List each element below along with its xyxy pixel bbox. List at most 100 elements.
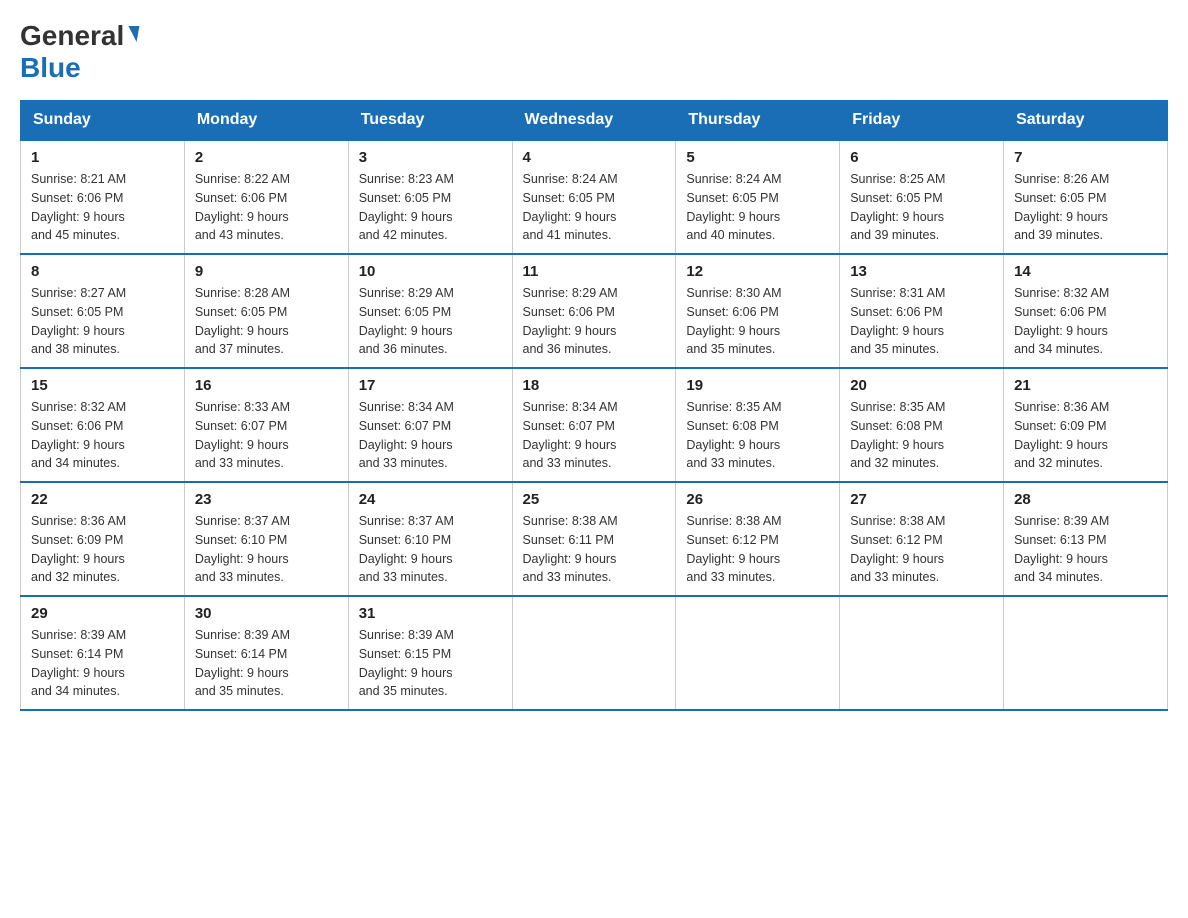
header-friday: Friday (840, 101, 1004, 141)
day-number: 13 (850, 263, 993, 280)
header-row: Sunday Monday Tuesday Wednesday Thursday… (21, 101, 1168, 141)
day-number: 21 (1014, 377, 1157, 394)
day-info: Sunrise: 8:28 AM Sunset: 6:05 PM Dayligh… (195, 284, 338, 359)
day-info: Sunrise: 8:35 AM Sunset: 6:08 PM Dayligh… (850, 398, 993, 473)
day-number: 2 (195, 149, 338, 166)
day-number: 26 (686, 491, 829, 508)
day-number: 11 (523, 263, 666, 280)
calendar-cell: 25 Sunrise: 8:38 AM Sunset: 6:11 PM Dayl… (512, 482, 676, 596)
day-info: Sunrise: 8:39 AM Sunset: 6:14 PM Dayligh… (31, 626, 174, 701)
calendar-cell: 6 Sunrise: 8:25 AM Sunset: 6:05 PM Dayli… (840, 140, 1004, 254)
day-number: 23 (195, 491, 338, 508)
day-number: 29 (31, 605, 174, 622)
day-info: Sunrise: 8:31 AM Sunset: 6:06 PM Dayligh… (850, 284, 993, 359)
day-number: 30 (195, 605, 338, 622)
calendar-cell: 17 Sunrise: 8:34 AM Sunset: 6:07 PM Dayl… (348, 368, 512, 482)
day-info: Sunrise: 8:26 AM Sunset: 6:05 PM Dayligh… (1014, 170, 1157, 245)
calendar-cell: 14 Sunrise: 8:32 AM Sunset: 6:06 PM Dayl… (1004, 254, 1168, 368)
header-wednesday: Wednesday (512, 101, 676, 141)
day-info: Sunrise: 8:37 AM Sunset: 6:10 PM Dayligh… (195, 512, 338, 587)
header-sunday: Sunday (21, 101, 185, 141)
day-number: 17 (359, 377, 502, 394)
day-info: Sunrise: 8:39 AM Sunset: 6:15 PM Dayligh… (359, 626, 502, 701)
calendar-cell (512, 596, 676, 710)
calendar-cell: 26 Sunrise: 8:38 AM Sunset: 6:12 PM Dayl… (676, 482, 840, 596)
calendar-cell: 23 Sunrise: 8:37 AM Sunset: 6:10 PM Dayl… (184, 482, 348, 596)
calendar-cell (840, 596, 1004, 710)
header-tuesday: Tuesday (348, 101, 512, 141)
day-info: Sunrise: 8:38 AM Sunset: 6:12 PM Dayligh… (850, 512, 993, 587)
calendar-cell: 5 Sunrise: 8:24 AM Sunset: 6:05 PM Dayli… (676, 140, 840, 254)
calendar-cell: 20 Sunrise: 8:35 AM Sunset: 6:08 PM Dayl… (840, 368, 1004, 482)
page-header: General Blue (20, 20, 1168, 84)
logo-blue-text: Blue (20, 52, 81, 84)
calendar-cell: 13 Sunrise: 8:31 AM Sunset: 6:06 PM Dayl… (840, 254, 1004, 368)
day-info: Sunrise: 8:29 AM Sunset: 6:05 PM Dayligh… (359, 284, 502, 359)
day-number: 22 (31, 491, 174, 508)
calendar-cell: 8 Sunrise: 8:27 AM Sunset: 6:05 PM Dayli… (21, 254, 185, 368)
day-info: Sunrise: 8:24 AM Sunset: 6:05 PM Dayligh… (523, 170, 666, 245)
day-info: Sunrise: 8:38 AM Sunset: 6:12 PM Dayligh… (686, 512, 829, 587)
day-number: 7 (1014, 149, 1157, 166)
calendar-cell: 28 Sunrise: 8:39 AM Sunset: 6:13 PM Dayl… (1004, 482, 1168, 596)
day-number: 10 (359, 263, 502, 280)
day-number: 20 (850, 377, 993, 394)
calendar-cell: 24 Sunrise: 8:37 AM Sunset: 6:10 PM Dayl… (348, 482, 512, 596)
day-number: 1 (31, 149, 174, 166)
calendar-cell: 3 Sunrise: 8:23 AM Sunset: 6:05 PM Dayli… (348, 140, 512, 254)
day-number: 24 (359, 491, 502, 508)
day-number: 25 (523, 491, 666, 508)
day-number: 19 (686, 377, 829, 394)
calendar-cell: 31 Sunrise: 8:39 AM Sunset: 6:15 PM Dayl… (348, 596, 512, 710)
day-number: 3 (359, 149, 502, 166)
day-info: Sunrise: 8:22 AM Sunset: 6:06 PM Dayligh… (195, 170, 338, 245)
calendar-cell: 15 Sunrise: 8:32 AM Sunset: 6:06 PM Dayl… (21, 368, 185, 482)
calendar-cell: 12 Sunrise: 8:30 AM Sunset: 6:06 PM Dayl… (676, 254, 840, 368)
day-number: 18 (523, 377, 666, 394)
day-number: 16 (195, 377, 338, 394)
day-number: 4 (523, 149, 666, 166)
logo-general-text: General (20, 20, 124, 52)
logo: General Blue (20, 20, 138, 84)
day-number: 9 (195, 263, 338, 280)
day-info: Sunrise: 8:24 AM Sunset: 6:05 PM Dayligh… (686, 170, 829, 245)
calendar-cell: 18 Sunrise: 8:34 AM Sunset: 6:07 PM Dayl… (512, 368, 676, 482)
day-info: Sunrise: 8:25 AM Sunset: 6:05 PM Dayligh… (850, 170, 993, 245)
day-info: Sunrise: 8:35 AM Sunset: 6:08 PM Dayligh… (686, 398, 829, 473)
calendar-table: Sunday Monday Tuesday Wednesday Thursday… (20, 100, 1168, 711)
day-info: Sunrise: 8:37 AM Sunset: 6:10 PM Dayligh… (359, 512, 502, 587)
calendar-cell: 19 Sunrise: 8:35 AM Sunset: 6:08 PM Dayl… (676, 368, 840, 482)
calendar-cell: 7 Sunrise: 8:26 AM Sunset: 6:05 PM Dayli… (1004, 140, 1168, 254)
calendar-cell (676, 596, 840, 710)
day-number: 31 (359, 605, 502, 622)
calendar-week-5: 29 Sunrise: 8:39 AM Sunset: 6:14 PM Dayl… (21, 596, 1168, 710)
day-info: Sunrise: 8:34 AM Sunset: 6:07 PM Dayligh… (523, 398, 666, 473)
day-info: Sunrise: 8:36 AM Sunset: 6:09 PM Dayligh… (1014, 398, 1157, 473)
calendar-cell: 16 Sunrise: 8:33 AM Sunset: 6:07 PM Dayl… (184, 368, 348, 482)
day-info: Sunrise: 8:27 AM Sunset: 6:05 PM Dayligh… (31, 284, 174, 359)
day-info: Sunrise: 8:29 AM Sunset: 6:06 PM Dayligh… (523, 284, 666, 359)
day-number: 12 (686, 263, 829, 280)
calendar-cell: 11 Sunrise: 8:29 AM Sunset: 6:06 PM Dayl… (512, 254, 676, 368)
calendar-cell: 27 Sunrise: 8:38 AM Sunset: 6:12 PM Dayl… (840, 482, 1004, 596)
day-info: Sunrise: 8:21 AM Sunset: 6:06 PM Dayligh… (31, 170, 174, 245)
day-info: Sunrise: 8:33 AM Sunset: 6:07 PM Dayligh… (195, 398, 338, 473)
calendar-cell: 9 Sunrise: 8:28 AM Sunset: 6:05 PM Dayli… (184, 254, 348, 368)
logo-arrow-icon (126, 26, 140, 42)
calendar-week-1: 1 Sunrise: 8:21 AM Sunset: 6:06 PM Dayli… (21, 140, 1168, 254)
calendar-week-4: 22 Sunrise: 8:36 AM Sunset: 6:09 PM Dayl… (21, 482, 1168, 596)
day-info: Sunrise: 8:34 AM Sunset: 6:07 PM Dayligh… (359, 398, 502, 473)
day-info: Sunrise: 8:32 AM Sunset: 6:06 PM Dayligh… (31, 398, 174, 473)
header-saturday: Saturday (1004, 101, 1168, 141)
calendar-cell: 10 Sunrise: 8:29 AM Sunset: 6:05 PM Dayl… (348, 254, 512, 368)
day-number: 28 (1014, 491, 1157, 508)
header-thursday: Thursday (676, 101, 840, 141)
day-number: 8 (31, 263, 174, 280)
calendar-cell: 2 Sunrise: 8:22 AM Sunset: 6:06 PM Dayli… (184, 140, 348, 254)
day-number: 6 (850, 149, 993, 166)
calendar-cell: 1 Sunrise: 8:21 AM Sunset: 6:06 PM Dayli… (21, 140, 185, 254)
calendar-cell: 4 Sunrise: 8:24 AM Sunset: 6:05 PM Dayli… (512, 140, 676, 254)
calendar-week-2: 8 Sunrise: 8:27 AM Sunset: 6:05 PM Dayli… (21, 254, 1168, 368)
calendar-cell (1004, 596, 1168, 710)
day-number: 27 (850, 491, 993, 508)
